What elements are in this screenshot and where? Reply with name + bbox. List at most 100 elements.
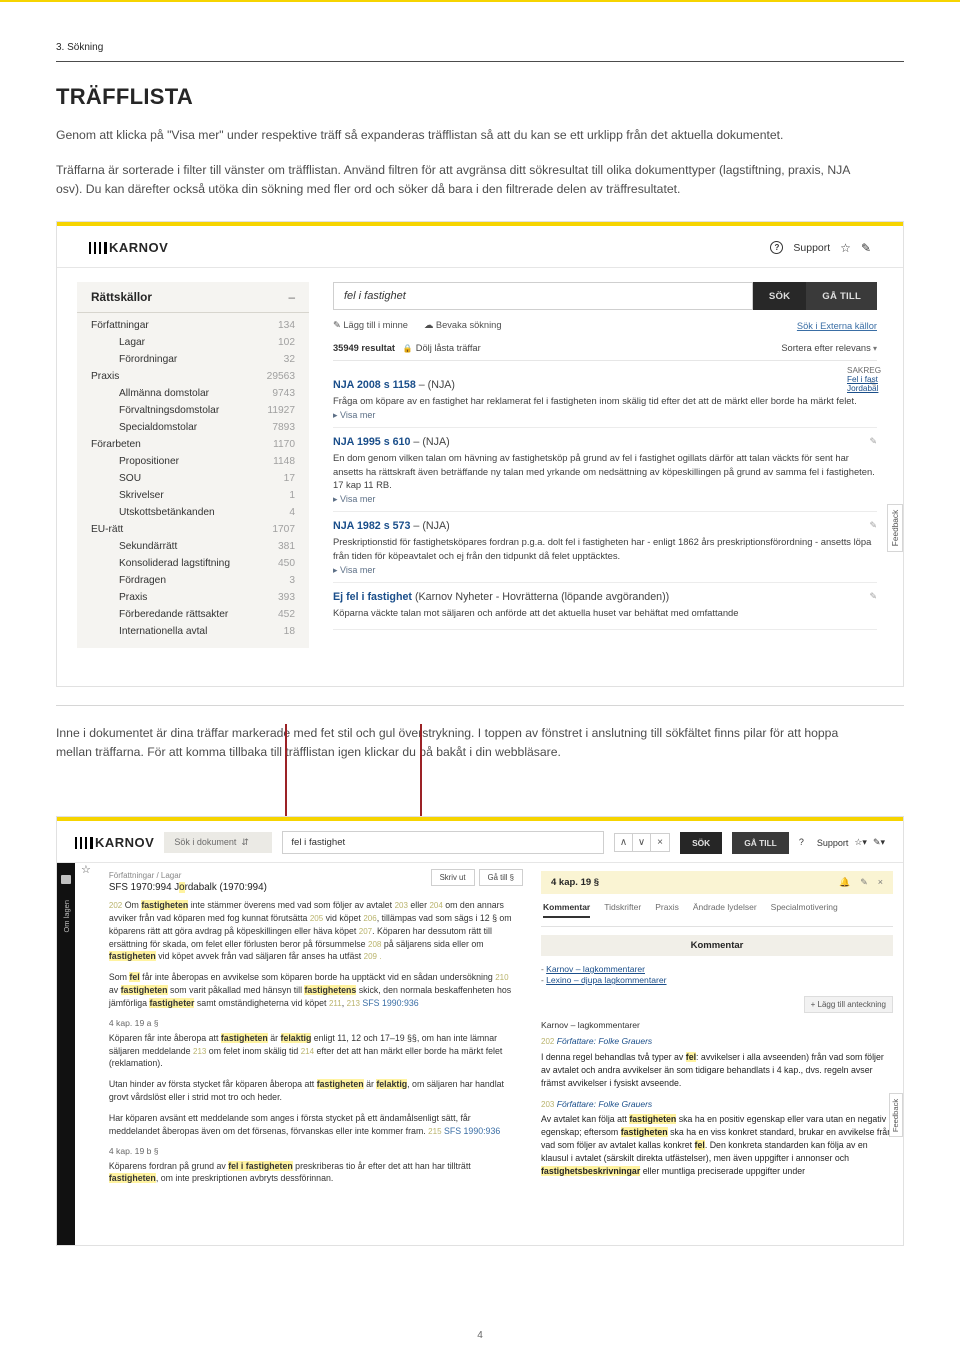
filter-item[interactable]: Specialdomstolar7893: [77, 419, 309, 436]
feedback-tab[interactable]: Feedback: [887, 504, 903, 552]
app-header: KARNOV ? Support ☆ ✎: [57, 226, 903, 268]
external-search-link[interactable]: Sök i Externa källor: [797, 321, 877, 331]
commentary-paragraph: Av avtalet kan följa att fastigheten ska…: [541, 1113, 893, 1177]
section-heading: 4 kap. 19 b §: [109, 1146, 519, 1156]
karnov-logo[interactable]: KARNOV: [89, 240, 168, 255]
search-button[interactable]: SÖK: [753, 282, 806, 310]
filter-item[interactable]: Förberedande rättsakter452: [77, 606, 309, 623]
intro-paragraph-3: Inne i dokumentet är dina träffar marker…: [56, 724, 856, 762]
screenshot-2-wrapper: KARNOV Sök i dokument ⇵ fel i fastighet …: [56, 816, 904, 1246]
intro-paragraph-1: Genom att klicka på "Visa mer" under res…: [56, 126, 856, 145]
search-result[interactable]: ✎NJA 1982 s 573 – (NJA)Preskriptionstid …: [333, 512, 877, 583]
filter-item[interactable]: Förordningar32: [77, 351, 309, 368]
favorites-icon[interactable]: ☆: [840, 241, 851, 255]
commentary-pane: 4 kap. 19 § 🔔 ✎ × Kommentar Tidskrifter Pr…: [531, 863, 903, 1246]
save-search-icon[interactable]: ✎ Lägg till i minne: [333, 320, 408, 331]
close-icon[interactable]: ×: [878, 877, 883, 888]
filter-item[interactable]: Internationella avtal18: [77, 623, 309, 640]
commentary-tab[interactable]: Kommentar: [543, 902, 590, 918]
hit-navigation: ∧ ∨ ×: [614, 833, 670, 852]
watch-search-label: Bevaka sökning: [436, 320, 502, 330]
next-hit-button[interactable]: ∨: [633, 834, 651, 851]
filter-item[interactable]: Konsoliderad lagstiftning450: [77, 555, 309, 572]
filter-item[interactable]: Praxis393: [77, 589, 309, 606]
karnov-logo[interactable]: KARNOV: [75, 835, 154, 850]
print-button[interactable]: Skriv ut: [431, 869, 475, 886]
search-result[interactable]: ✎NJA 1995 s 610 – (NJA)En dom genom vilk…: [333, 428, 877, 512]
logo-bars-icon: [89, 242, 107, 254]
filter-sidebar: Rättskällor – Författningar134Lagar102Fö…: [77, 282, 309, 648]
doc-header: KARNOV Sök i dokument ⇵ fel i fastighet …: [57, 821, 903, 863]
sort-dropdown[interactable]: Sortera efter relevans: [781, 343, 877, 353]
favorite-star[interactable]: ☆: [81, 863, 91, 1246]
filter-item[interactable]: Författningar134: [77, 317, 309, 334]
filter-item[interactable]: Allmänna domstolar9743: [77, 385, 309, 402]
search-result[interactable]: ✎NJA 2008 s 1158 – (NJA)Fråga om köpare …: [333, 371, 877, 428]
support-link[interactable]: Support: [793, 242, 830, 254]
kommentar-link-2[interactable]: Lexino – djupa lagkommentarer: [546, 975, 666, 985]
statute-paragraph: Har köparen avsänt ett meddelande som an…: [109, 1112, 519, 1138]
logo-bars-icon: [75, 837, 93, 849]
collapse-icon[interactable]: –: [288, 290, 295, 304]
author-link[interactable]: Författare: Folke Grauers: [557, 1036, 652, 1046]
filter-item[interactable]: Skrivelser1: [77, 487, 309, 504]
filter-item[interactable]: Fördragen3: [77, 572, 309, 589]
section-breadcrumb: 3. Sökning: [56, 42, 904, 53]
favorites-icon[interactable]: ☆▾: [854, 837, 867, 848]
commentary-paragraph: I denna regel behandlas två typer av fel…: [541, 1051, 893, 1089]
result-count: 35949 resultat: [333, 343, 395, 353]
filter-item[interactable]: Propositioner1148: [77, 453, 309, 470]
help-icon[interactable]: ?: [799, 837, 811, 849]
commentary-tab[interactable]: Tidskrifter: [604, 902, 641, 918]
filter-item[interactable]: Förarbeten1170: [77, 436, 309, 453]
filter-item[interactable]: Sekundärrätt381: [77, 538, 309, 555]
commentary-tab[interactable]: Ändrade lydelser: [693, 902, 757, 918]
help-icon[interactable]: ?: [770, 241, 783, 254]
doc-search-input[interactable]: fel i fastighet: [282, 831, 604, 854]
chapter-badge: 4 kap. 19 §: [551, 877, 599, 888]
prev-hit-button[interactable]: ∧: [615, 834, 633, 851]
search-in-doc-label[interactable]: Sök i dokument ⇵: [164, 832, 272, 853]
goto-section-button[interactable]: Gå till §: [479, 869, 523, 886]
rail-label[interactable]: Om lagen: [62, 900, 71, 933]
page-title: TRÄFFLISTA: [56, 84, 904, 110]
filter-item[interactable]: EU-rätt1707: [77, 521, 309, 538]
pencil-icon[interactable]: ✎: [860, 877, 868, 888]
statute-paragraph: 202 Om fastigheten inte stämmer överens …: [109, 899, 519, 963]
page-number: 4: [0, 1300, 960, 1355]
support-link[interactable]: Support: [817, 838, 849, 848]
statute-paragraph: Köparen får inte åberopa att fastigheten…: [109, 1032, 519, 1070]
search-input[interactable]: fel i fastighet: [333, 282, 753, 310]
goto-button[interactable]: GÅ TILL: [732, 832, 789, 854]
filter-item[interactable]: SOU17: [77, 470, 309, 487]
feedback-tab[interactable]: Feedback: [889, 1093, 903, 1137]
kommentar-heading: Kommentar: [541, 935, 893, 956]
add-note-button[interactable]: + Lägg till anteckning: [804, 996, 893, 1013]
filter-item[interactable]: Förvaltningsdomstolar11927: [77, 402, 309, 419]
sidebar-heading: Rättskällor: [91, 290, 152, 304]
logo-text: KARNOV: [95, 835, 154, 850]
watch-search-icon[interactable]: ☁ Bevaka sökning: [424, 320, 502, 331]
logo-text: KARNOV: [109, 240, 168, 255]
hide-locked-toggle[interactable]: Dölj låsta träffar: [403, 343, 481, 353]
commentary-tab[interactable]: Specialmotivering: [771, 902, 838, 918]
kommentar-link-1[interactable]: Karnov – lagkommentarer: [546, 964, 645, 974]
bell-icon[interactable]: 🔔: [839, 877, 850, 888]
commentary-tab[interactable]: Praxis: [655, 902, 679, 918]
clear-search-button[interactable]: ×: [651, 834, 669, 851]
rail-icon[interactable]: [61, 875, 71, 884]
left-rail: Om lagen: [57, 863, 75, 1246]
edit-icon[interactable]: ✎▾: [873, 837, 885, 848]
filter-item[interactable]: Praxis29563: [77, 368, 309, 385]
statute-paragraph: Som fel får inte åberopas en avvikelse s…: [109, 971, 519, 1009]
intro-paragraph-2: Träffarna är sorterade i filter till vän…: [56, 161, 856, 199]
goto-button[interactable]: GÅ TILL: [806, 282, 877, 310]
edit-icon[interactable]: ✎: [861, 241, 871, 255]
search-button[interactable]: SÖK: [680, 832, 722, 854]
author-link[interactable]: Författare: Folke Grauers: [557, 1099, 652, 1109]
search-result[interactable]: ✎Ej fel i fastighet (Karnov Nyheter - Ho…: [333, 583, 877, 629]
red-arrow-a: [285, 724, 287, 826]
filter-item[interactable]: Lagar102: [77, 334, 309, 351]
filter-item[interactable]: Utskottsbetänkanden4: [77, 504, 309, 521]
divider: [56, 705, 904, 706]
